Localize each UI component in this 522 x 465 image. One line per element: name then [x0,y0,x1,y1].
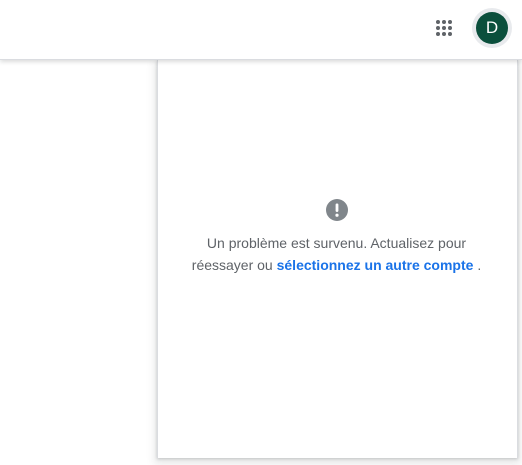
error-message-end: . [477,257,482,273]
error-message: Un problème est survenu. Actualisez pour… [188,232,485,276]
exclamation-circle-icon [326,199,348,221]
apps-button[interactable] [430,14,458,42]
account-panel: Un problème est survenu. Actualisez pour… [157,60,518,458]
avatar: D [476,12,508,44]
account-avatar-button[interactable]: D [472,8,512,48]
select-another-account-link[interactable]: sélectionnez un autre compte [277,257,474,273]
top-bar: D [0,0,522,60]
apps-grid-icon [436,20,452,36]
